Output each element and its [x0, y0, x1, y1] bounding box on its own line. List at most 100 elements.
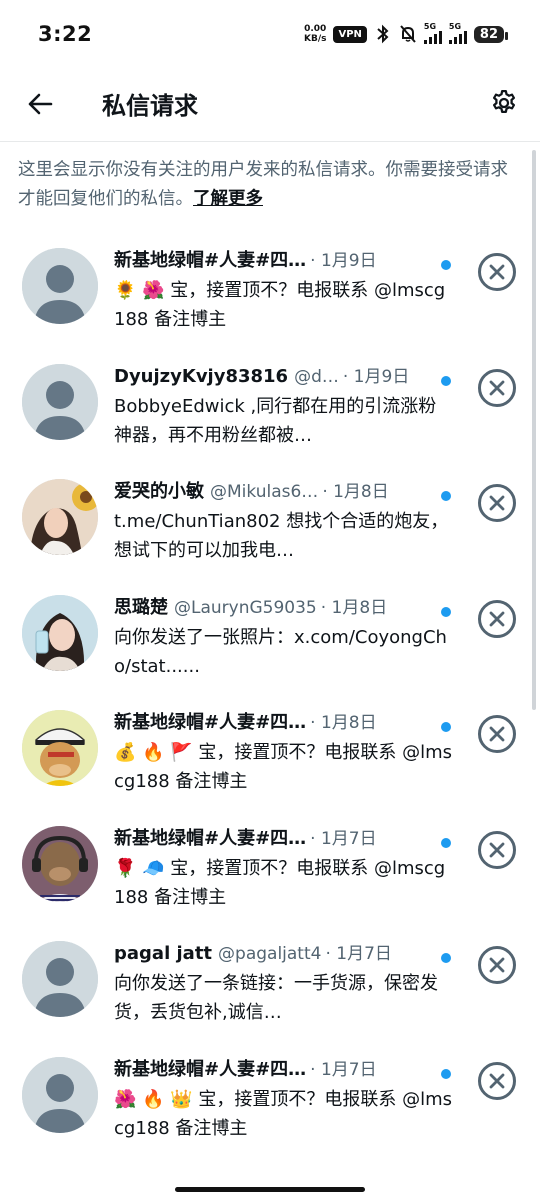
request-header: 新基地绿帽#人妻#四… · 1月9日 [114, 246, 454, 276]
mute-bell-icon [400, 25, 416, 43]
message-preview: 向你发送了一张照片：x.com/CoyongCho/stat...... [114, 626, 447, 677]
request-row[interactable]: 新基地绿帽#人妻#四… · 1月7日 🌹 🧢 宝，接置顶不？电报联系 @lmsc… [0, 812, 540, 928]
signal-icon-1: 5G [423, 22, 442, 44]
battery-indicator: 82 [473, 25, 509, 43]
request-content: 新基地绿帽#人妻#四… · 1月7日 🌹 🧢 宝，接置顶不？电报联系 @lmsc… [114, 824, 454, 912]
net-speed: 0.00 KB/s [304, 24, 326, 44]
sender-name: pagal jatt [114, 943, 213, 964]
close-icon [489, 611, 505, 626]
sender-name: 新基地绿帽#人妻#四… [114, 712, 307, 733]
request-row[interactable]: 新基地绿帽#人妻#四… · 1月8日 💰 🔥 🚩 宝，接置顶不？电报联系 @lm… [0, 696, 540, 812]
dismiss-button[interactable] [478, 830, 516, 869]
avatar[interactable] [22, 710, 98, 786]
close-icon [489, 957, 505, 973]
avatar[interactable] [22, 1056, 98, 1133]
request-header: 爱哭的小敏 @Mikulas6… · 1月8日 [114, 477, 454, 507]
unread-dot [441, 837, 451, 848]
message-preview: t.me/ChunTian802 想找个合适的炮友，想试下的可以加我电… [114, 511, 449, 561]
message-preview: 💰 🔥 🚩 宝，接置顶不？电报联系 @lmscg188 备注博主 [114, 742, 453, 792]
unread-dot [441, 722, 451, 732]
request-header: 新基地绿帽#人妻#四… · 1月8日 [114, 708, 454, 738]
default-avatar-icon [22, 363, 98, 440]
close-icon [489, 842, 505, 857]
avatar[interactable] [22, 363, 98, 440]
message-preview: 🌺 🔥 👑 宝，接置顶不？电报联系 @lmscg188 备注博主 [114, 1088, 453, 1139]
vpn-badge: VPN [333, 25, 367, 43]
arrow-left-icon [28, 93, 53, 115]
request-date: · 1月7日 [325, 944, 392, 964]
photo-avatar-sunflower [22, 479, 98, 555]
avatar[interactable] [22, 594, 98, 671]
dismiss-button[interactable] [478, 1061, 516, 1100]
request-row[interactable]: DyujzyKvjy83816 @d… · 1月9日 BobbyeEdwick … [0, 350, 540, 466]
request-date: · 1月7日 [310, 828, 377, 849]
bluetooth-icon [377, 24, 389, 44]
default-avatar-icon [22, 941, 98, 1017]
request-content: pagal jatt @pagaljatt4 · 1月7日 向你发送了一条链接：… [114, 939, 454, 1027]
close-icon [489, 380, 505, 395]
ape-headphones-avatar [22, 825, 98, 902]
unread-dot [441, 953, 451, 963]
sender-handle: @d… [294, 366, 339, 387]
request-date: · 1月7日 [310, 1059, 377, 1080]
request-header: pagal jatt @pagaljatt4 · 1月7日 [114, 939, 454, 969]
request-date: · 1月8日 [320, 597, 388, 618]
dismiss-button[interactable] [478, 253, 516, 291]
home-indicator[interactable] [175, 1187, 365, 1192]
sender-handle: @LaurynG59035 [174, 597, 317, 618]
avatar[interactable] [22, 941, 98, 1017]
message-preview: 🌻 🌺 宝，接置顶不？电报联系 @lmscg188 备注博主 [114, 280, 446, 330]
message-preview: 向你发送了一条链接：一手货源，保密发货，丢货包补,诚信… [114, 973, 438, 1023]
request-row[interactable]: pagal jatt @pagaljatt4 · 1月7日 向你发送了一条链接：… [0, 927, 540, 1043]
sender-name: 新基地绿帽#人妻#四… [114, 827, 307, 849]
request-header: 新基地绿帽#人妻#四… · 1月7日 [114, 824, 454, 854]
dismiss-button[interactable] [478, 946, 516, 984]
avatar[interactable] [22, 248, 98, 324]
request-content: 新基地绿帽#人妻#四… · 1月9日 🌻 🌺 宝，接置顶不？电报联系 @lmsc… [114, 246, 454, 334]
request-content: 爱哭的小敏 @Mikulas6… · 1月8日 t.me/ChunTian802… [114, 477, 454, 565]
ape-captain-avatar [22, 710, 98, 786]
request-header: 思璐楚 @LaurynG59035 · 1月8日 [114, 593, 454, 623]
back-button[interactable] [22, 86, 58, 122]
photo-avatar-girl [22, 594, 98, 671]
status-bar: 3:22 0.00 KB/s VPN 5G 5G 82 [0, 0, 540, 68]
sender-handle: @Mikulas6… [210, 482, 319, 502]
request-date: · 1月8日 [310, 713, 377, 733]
status-icons: 0.00 KB/s VPN 5G 5G 82 [304, 20, 509, 48]
avatar[interactable] [22, 479, 98, 555]
dismiss-button[interactable] [478, 715, 516, 753]
signal-icon-2: 5G [448, 22, 467, 44]
unread-dot [441, 491, 451, 501]
close-icon [489, 264, 505, 280]
default-avatar-icon [22, 248, 98, 324]
request-content: 新基地绿帽#人妻#四… · 1月8日 💰 🔥 🚩 宝，接置顶不？电报联系 @lm… [114, 708, 454, 796]
requests-notice: 这里会显示你没有关注的用户发来的私信请求。你需要接受请求才能回复他们的私信。了解… [18, 156, 518, 214]
request-row[interactable]: 新基地绿帽#人妻#四… · 1月7日 🌺 🔥 👑 宝，接置顶不？电报联系 @lm… [0, 1043, 540, 1159]
notice-text: 这里会显示你没有关注的用户发来的私信请求。你需要接受请求才能回复他们的私信。 [18, 160, 508, 209]
dismiss-button[interactable] [478, 599, 516, 638]
dismiss-button[interactable] [478, 368, 516, 407]
unread-dot [441, 375, 451, 386]
unread-dot [441, 606, 451, 617]
sender-name: 新基地绿帽#人妻#四… [114, 1058, 307, 1080]
sender-handle: @pagaljatt4 [218, 944, 322, 964]
default-avatar-icon [22, 1056, 98, 1133]
settings-button[interactable] [486, 85, 522, 121]
request-row[interactable]: 思璐楚 @LaurynG59035 · 1月8日 向你发送了一张照片：x.com… [0, 581, 540, 697]
status-time: 3:22 [38, 22, 93, 46]
sender-name: 思璐楚 [114, 596, 168, 618]
request-content: 思璐楚 @LaurynG59035 · 1月8日 向你发送了一张照片：x.com… [114, 593, 454, 681]
avatar[interactable] [22, 825, 98, 902]
learn-more-link[interactable]: 了解更多 [193, 189, 263, 209]
request-content: DyujzyKvjy83816 @d… · 1月9日 BobbyeEdwick … [114, 362, 454, 450]
request-row[interactable]: 新基地绿帽#人妻#四… · 1月9日 🌻 🌺 宝，接置顶不？电报联系 @lmsc… [0, 234, 540, 350]
net-speed-unit: KB/s [303, 34, 327, 44]
request-row[interactable]: 爱哭的小敏 @Mikulas6… · 1月8日 t.me/ChunTian802… [0, 465, 540, 581]
unread-dot [441, 1068, 451, 1079]
message-request-list: 新基地绿帽#人妻#四… · 1月9日 🌻 🌺 宝，接置顶不？电报联系 @lmsc… [0, 234, 540, 1158]
close-icon [489, 495, 505, 511]
top-app-bar: 私信请求 [0, 68, 540, 142]
dismiss-button[interactable] [478, 484, 516, 522]
request-header: DyujzyKvjy83816 @d… · 1月9日 [114, 362, 454, 392]
net-speed-value: 0.00 [304, 24, 327, 34]
